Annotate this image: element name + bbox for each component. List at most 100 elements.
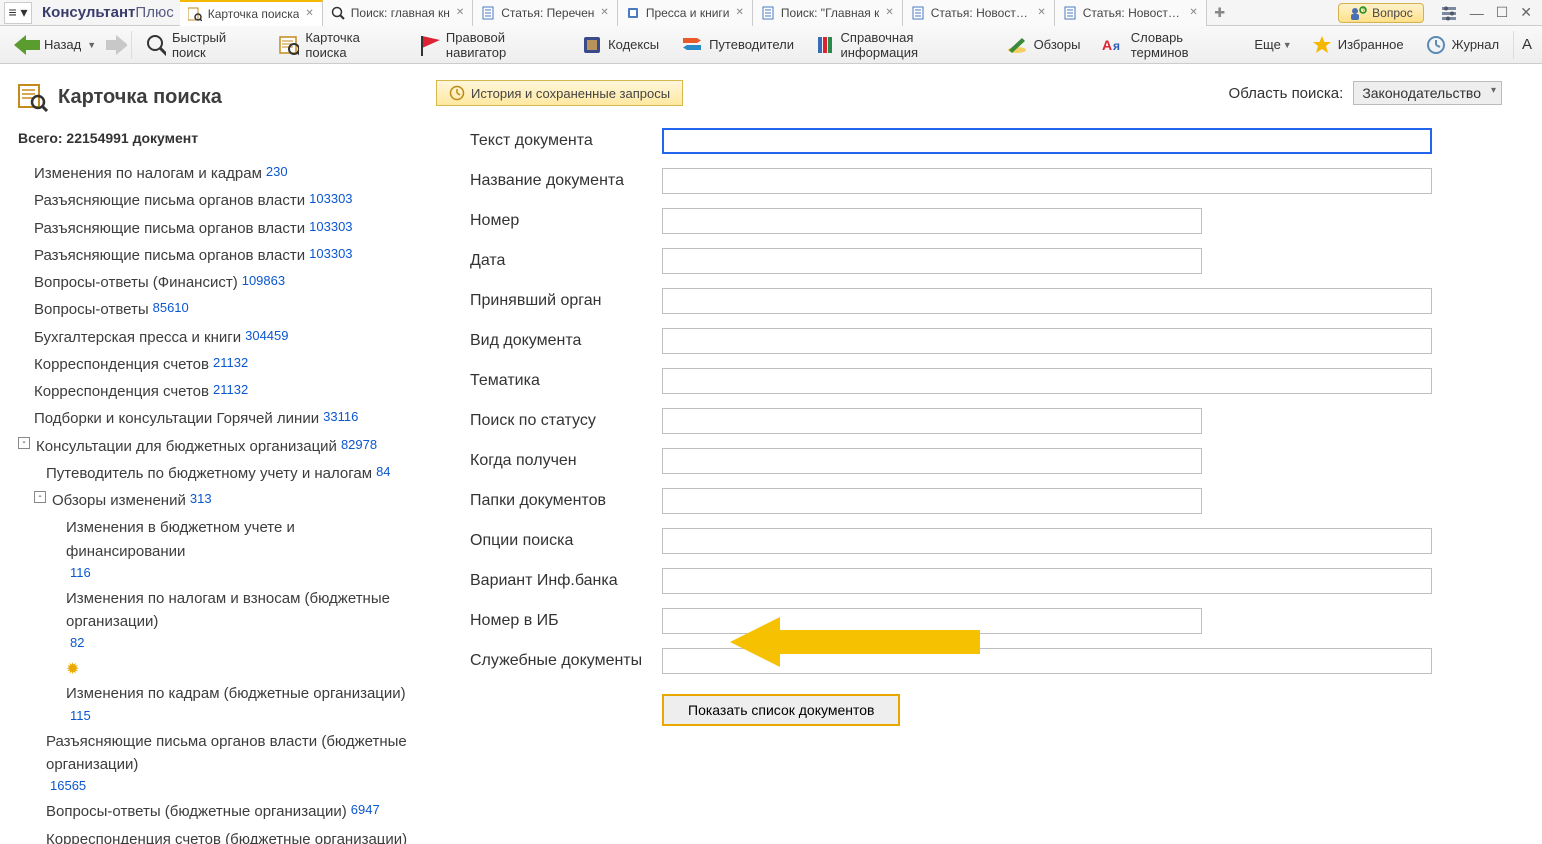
- tab-label: Статья: Новости о: [1083, 6, 1184, 20]
- show-documents-button[interactable]: Показать список документов: [662, 694, 900, 726]
- form-label: Принявший орган: [470, 292, 662, 310]
- tab[interactable]: Пресса и книги ✕: [618, 0, 753, 26]
- tree-item[interactable]: Вопросы-ответы85610: [18, 296, 416, 323]
- more-button[interactable]: Еще▼: [1248, 37, 1297, 52]
- form-input[interactable]: [662, 248, 1202, 274]
- tree-item-count: 6947: [351, 800, 380, 823]
- quick-search-button[interactable]: Быстрый поиск: [136, 29, 267, 61]
- tree-item-label: Вопросы-ответы (бюджетные организации): [46, 800, 347, 823]
- tab[interactable]: Карточка поиска✕: [180, 0, 323, 26]
- tree-item-count: 84: [376, 462, 390, 485]
- arrow-right-icon[interactable]: [106, 35, 126, 55]
- tree-item[interactable]: Корреспонденция счетов21132: [18, 351, 416, 378]
- expander-icon[interactable]: -: [34, 491, 46, 503]
- form-input[interactable]: [662, 368, 1432, 394]
- form-input[interactable]: [662, 408, 1202, 434]
- question-button[interactable]: ? Вопрос: [1338, 3, 1424, 23]
- form-input[interactable]: [662, 568, 1432, 594]
- form-label: Папки документов: [470, 492, 662, 510]
- tree-item[interactable]: Изменения по налогам и взносам (бюджетны…: [18, 585, 416, 656]
- tab-close-icon[interactable]: ✕: [456, 7, 464, 18]
- form-row: Папки документов: [470, 488, 1492, 514]
- glossary-button[interactable]: Ая Словарь терминов: [1092, 29, 1246, 61]
- tab-label: Пресса и книги: [646, 6, 730, 20]
- journal-button[interactable]: Журнал: [1416, 29, 1509, 61]
- maximize-icon[interactable]: ☐: [1496, 4, 1509, 21]
- form-input[interactable]: [662, 488, 1202, 514]
- doc-icon: [761, 6, 775, 20]
- minimize-icon[interactable]: —: [1470, 5, 1484, 21]
- tab[interactable]: Статья: Перечен✕: [473, 0, 618, 26]
- form-input[interactable]: [662, 608, 1202, 634]
- guides-button[interactable]: Путеводители: [671, 29, 804, 61]
- ref-info-button[interactable]: Справочная информация: [806, 29, 994, 61]
- scope-select[interactable]: Законодательство: [1353, 81, 1502, 105]
- tab-label: Поиск: главная кн: [351, 6, 450, 20]
- tab[interactable]: Поиск: "Главная к✕: [753, 0, 903, 26]
- tree-item[interactable]: Вопросы-ответы (бюджетные организации)69…: [18, 798, 416, 825]
- tree-item[interactable]: Разъясняющие письма органов власти (бюдж…: [18, 728, 416, 799]
- tab-close-icon[interactable]: ✕: [305, 8, 313, 19]
- tree-item-label: Корреспонденция счетов: [34, 353, 209, 376]
- tree-item[interactable]: Разъясняющие письма органов власти103303: [18, 187, 416, 214]
- tree-item[interactable]: Изменения по налогам и кадрам230: [18, 160, 416, 187]
- tree-item-label: Вопросы-ответы (Финансист): [34, 271, 238, 294]
- tab-label: Статья: Новости о: [931, 6, 1032, 20]
- expander-icon[interactable]: -: [18, 437, 30, 449]
- tab[interactable]: Поиск: главная кн ✕: [323, 0, 473, 26]
- tree-item-label: Изменения по налогам и взносам (бюджетны…: [66, 587, 416, 634]
- tree-item-count: 16565: [50, 776, 86, 796]
- tree-item[interactable]: Изменения в бюджетном учете и финансиров…: [18, 514, 416, 585]
- tree-item[interactable]: Бухгалтерская пресса и книги304459: [18, 324, 416, 351]
- tree-item[interactable]: Разъясняющие письма органов власти103303: [18, 242, 416, 269]
- tree-item[interactable]: Корреспонденция счетов (бюджетные органи…: [18, 826, 416, 844]
- form-row: Опции поиска: [470, 528, 1492, 554]
- tree-item[interactable]: Вопросы-ответы (Финансист)109863: [18, 269, 416, 296]
- settings-icon[interactable]: [1440, 5, 1458, 21]
- search-icon: [331, 6, 345, 20]
- form-input[interactable]: [662, 528, 1432, 554]
- form-row: Текст документа: [470, 128, 1492, 154]
- tree-item[interactable]: Разъясняющие письма органов власти103303: [18, 215, 416, 242]
- reviews-button[interactable]: Обзоры: [996, 29, 1091, 61]
- tab[interactable]: Статья: Новости о ✕: [1055, 0, 1207, 26]
- tree-item-label: Изменения по налогам и кадрам: [34, 162, 262, 185]
- tab[interactable]: Статья: Новости о ✕: [903, 0, 1055, 26]
- tree-item-label: Изменения в бюджетном учете и финансиров…: [66, 516, 416, 563]
- history-button[interactable]: История и сохраненные запросы: [436, 80, 683, 106]
- form-input[interactable]: [662, 208, 1202, 234]
- tab-close-icon[interactable]: ✕: [600, 7, 608, 18]
- back-button[interactable]: Назад ▼: [6, 35, 104, 55]
- form-input[interactable]: [662, 648, 1432, 674]
- tab-close-icon[interactable]: ✕: [885, 7, 893, 18]
- search-card-icon: [18, 82, 48, 112]
- close-icon[interactable]: ✕: [1520, 4, 1532, 21]
- form-row: Дата: [470, 248, 1492, 274]
- search-card-button[interactable]: Карточка поиска: [269, 29, 408, 61]
- tab-close-icon[interactable]: ✕: [1037, 7, 1045, 18]
- tree-item[interactable]: -Консультации для бюджетных организаций8…: [18, 433, 416, 460]
- font-size-button[interactable]: А: [1518, 29, 1536, 61]
- form-input[interactable]: [662, 328, 1432, 354]
- form-row: Принявший орган: [470, 288, 1492, 314]
- tree-item-count: 82978: [341, 435, 377, 458]
- form-input[interactable]: [662, 448, 1202, 474]
- form-input[interactable]: [662, 168, 1432, 194]
- tree-item[interactable]: Путеводитель по бюджетному учету и налог…: [18, 460, 416, 487]
- tree-item[interactable]: -Обзоры изменений313: [18, 487, 416, 514]
- form-input[interactable]: [662, 128, 1432, 154]
- tree-item-count: 21132: [213, 380, 248, 403]
- tab-close-icon[interactable]: ✕: [1189, 7, 1197, 18]
- form-input[interactable]: [662, 288, 1432, 314]
- tree-item[interactable]: Подборки и консультации Горячей линии331…: [18, 405, 416, 432]
- form-row: Служебные документы: [470, 648, 1492, 674]
- tree-item[interactable]: ✹Изменения по кадрам (бюджетные организа…: [18, 656, 416, 728]
- favorites-button[interactable]: Избранное: [1302, 29, 1414, 61]
- menu-button[interactable]: ≡ ▾: [4, 2, 32, 24]
- codexes-button[interactable]: Кодексы: [572, 29, 669, 61]
- tree-item[interactable]: Корреспонденция счетов21132: [18, 378, 416, 405]
- tab-add-button[interactable]: ✚: [1207, 5, 1233, 21]
- tab-close-icon[interactable]: ✕: [736, 7, 744, 18]
- form-row: Поиск по статусу: [470, 408, 1492, 434]
- legal-navigator-button[interactable]: Правовой навигатор: [410, 29, 571, 61]
